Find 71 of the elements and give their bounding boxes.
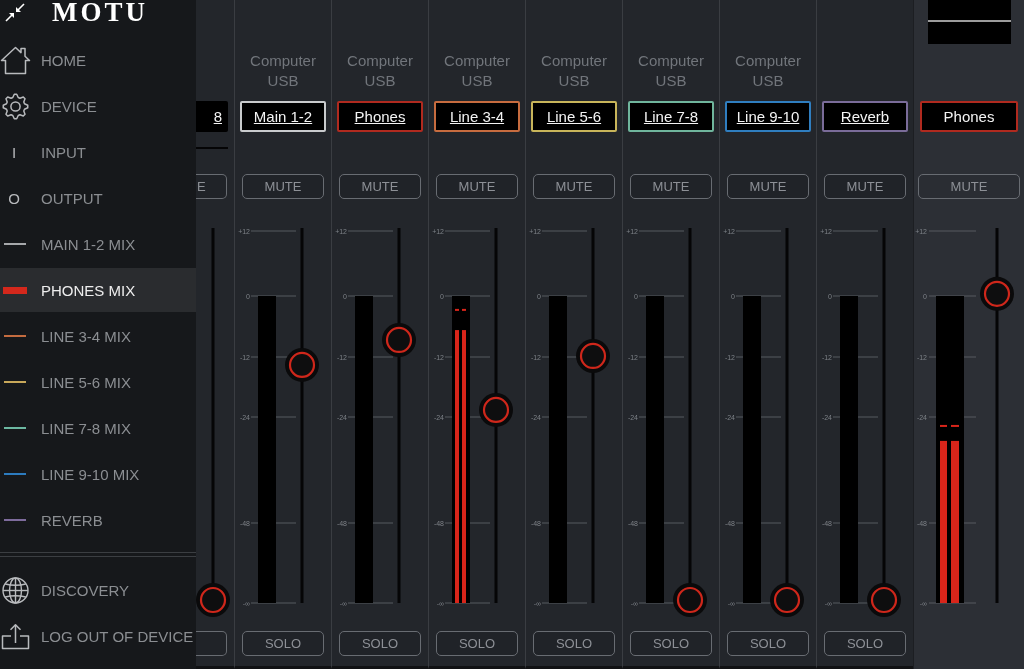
source-label: Computer USB bbox=[637, 51, 705, 91]
mix-name-button[interactable]: 8 bbox=[196, 101, 228, 132]
gear-icon bbox=[2, 92, 29, 120]
fader-track[interactable] bbox=[285, 228, 319, 603]
fader-track[interactable] bbox=[770, 228, 804, 617]
mute-button[interactable]: MUTE bbox=[339, 174, 421, 199]
sidebar-item[interactable]: LOG OUT OF DEVICE bbox=[0, 614, 196, 658]
fader-track[interactable] bbox=[867, 228, 901, 617]
source-label: Computer USB bbox=[249, 51, 317, 91]
globe-icon bbox=[2, 576, 29, 604]
sidebar-item[interactable]: LINE 3-4 MIX bbox=[0, 314, 196, 358]
cut-off-button[interactable] bbox=[196, 631, 227, 656]
mix-name-button[interactable]: Line 5-6 bbox=[531, 101, 617, 132]
mute-button[interactable]: E bbox=[196, 174, 227, 199]
mute-button[interactable]: MUTE bbox=[918, 174, 1020, 199]
sidebar-item[interactable]: I INPUT bbox=[0, 130, 196, 174]
source-label: Computer USB bbox=[540, 51, 608, 91]
mute-button[interactable]: MUTE bbox=[727, 174, 809, 199]
solo-button[interactable]: SOLO bbox=[339, 631, 421, 656]
upload-icon bbox=[1, 622, 30, 650]
sidebar-item[interactable]: MAIN 1-2 MIX bbox=[0, 222, 196, 266]
source-label: Computer USB bbox=[734, 51, 802, 91]
sidebar-item[interactable]: LINE 7-8 MIX bbox=[0, 406, 196, 450]
source-label: Computer USB bbox=[346, 51, 414, 91]
logo: MOTU bbox=[52, 0, 148, 25]
sidebar-item[interactable]: LINE 9-10 MIX bbox=[0, 452, 196, 496]
mix-name-button[interactable]: Main 1-2 bbox=[240, 101, 326, 132]
fader-knob[interactable] bbox=[867, 583, 901, 617]
sidebar-item[interactable]: DEVICE bbox=[0, 84, 196, 128]
sidebar-item[interactable]: HOME bbox=[0, 38, 196, 82]
glyph-icon: I bbox=[0, 143, 28, 161]
mute-button[interactable]: MUTE bbox=[436, 174, 518, 199]
fader-track[interactable] bbox=[196, 228, 230, 617]
mute-button[interactable]: MUTE bbox=[630, 174, 712, 199]
mute-button[interactable]: MUTE bbox=[533, 174, 615, 199]
sidebar-item[interactable]: O OUTPUT bbox=[0, 176, 196, 220]
fader-knob[interactable] bbox=[196, 583, 230, 617]
mix-name-button[interactable]: Phones bbox=[920, 101, 1018, 132]
fader-knob[interactable] bbox=[980, 276, 1014, 311]
house-icon bbox=[0, 45, 31, 75]
solo-button[interactable]: SOLO bbox=[630, 631, 712, 656]
sidebar-item[interactable]: REVERB bbox=[0, 498, 196, 542]
sidebar-item[interactable]: PHONES MIX bbox=[0, 268, 196, 312]
solo-button[interactable]: SOLO bbox=[242, 631, 324, 656]
mix-name-button[interactable]: Reverb bbox=[822, 101, 908, 132]
mix-name-button[interactable]: Phones bbox=[337, 101, 423, 132]
sidebar-item[interactable]: DISCOVERY bbox=[0, 568, 196, 612]
fader-knob[interactable] bbox=[285, 347, 319, 382]
solo-button[interactable]: SOLO bbox=[727, 631, 809, 656]
fader-knob[interactable] bbox=[576, 338, 610, 373]
solo-button[interactable]: SOLO bbox=[436, 631, 518, 656]
fader-track[interactable] bbox=[980, 228, 1014, 603]
fader-knob[interactable] bbox=[673, 583, 707, 617]
fader-knob[interactable] bbox=[382, 322, 416, 357]
glyph-icon: O bbox=[0, 189, 28, 207]
fader-track[interactable] bbox=[576, 228, 610, 603]
fader-track[interactable] bbox=[479, 228, 513, 603]
solo-button[interactable]: SOLO bbox=[824, 631, 906, 656]
mute-button[interactable]: MUTE bbox=[824, 174, 906, 199]
collapse-icon[interactable] bbox=[5, 3, 25, 22]
fader-knob[interactable] bbox=[770, 583, 804, 617]
mix-name-button[interactable]: Line 9-10 bbox=[725, 101, 811, 132]
fader-track[interactable] bbox=[382, 228, 416, 603]
sidebar-item[interactable]: LINE 5-6 MIX bbox=[0, 360, 196, 404]
fader-knob[interactable] bbox=[479, 392, 513, 427]
fader-track[interactable] bbox=[673, 228, 707, 617]
mix-name-button[interactable]: Line 7-8 bbox=[628, 101, 714, 132]
mix-name-button[interactable]: Line 3-4 bbox=[434, 101, 520, 132]
solo-button[interactable]: SOLO bbox=[533, 631, 615, 656]
mute-button[interactable]: MUTE bbox=[242, 174, 324, 199]
source-label: Computer USB bbox=[443, 51, 511, 91]
